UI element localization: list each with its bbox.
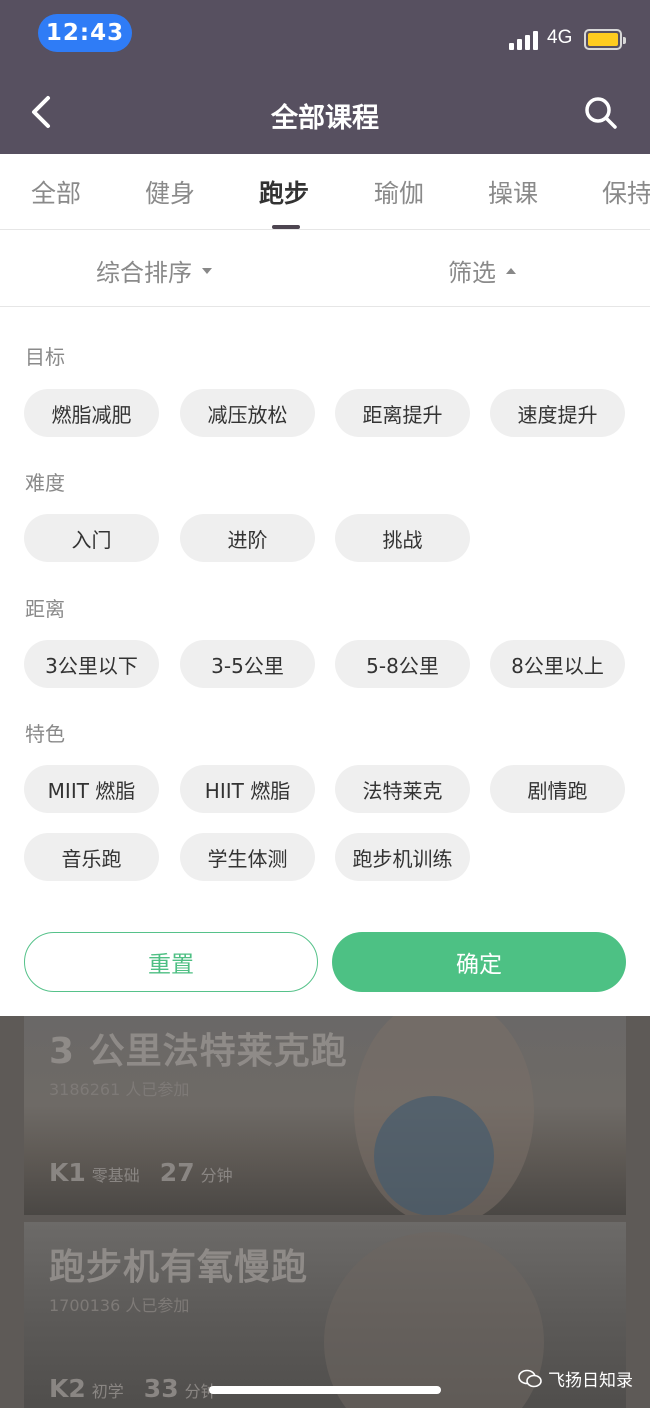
filter-chip[interactable]: 音乐跑 [24,833,159,881]
filter-chip[interactable]: 5-8公里 [335,640,470,688]
course-title: 跑步机有氧慢跑 [49,1247,309,1288]
wechat-icon [518,1369,542,1387]
network-type: 4G [547,27,573,48]
signal-icon [509,30,541,50]
course-participants: 3186261 人已参加 [49,1080,190,1099]
course-meta: K1 零基础 27 分钟 [49,1158,233,1187]
filter-chip[interactable]: 学生体测 [180,833,315,881]
caret-up-icon [506,267,516,274]
filter-chip[interactable]: 入门 [24,514,159,562]
filter-chip[interactable]: 3-5公里 [180,640,315,688]
filter-chip[interactable]: 速度提升 [490,389,625,437]
filter-panel: 目标 燃脂减肥 减压放松 距离提升 速度提升 难度 入门 进阶 挑战 距离 3公… [0,308,650,1016]
course-meta: K2 初学 33 分钟 [49,1374,217,1403]
filter-section-label-difficulty: 难度 [25,471,65,495]
filter-chip[interactable]: HIIT 燃脂 [180,765,315,813]
filter-toggle[interactable]: 筛选 [448,253,516,288]
watermark-text: 飞扬日知录 [548,1371,633,1391]
course-level: K2 [49,1374,86,1403]
search-button[interactable] [580,92,622,134]
reset-button[interactable]: 重置 [24,932,318,992]
course-participants: 1700136 人已参加 [49,1296,190,1315]
course-duration: 33 [143,1374,179,1403]
course-card[interactable]: 3 公里法特莱克跑 3186261 人已参加 K1 零基础 27 分钟 [24,1016,626,1215]
filter-label: 筛选 [448,259,496,287]
filter-chip[interactable]: 法特莱克 [335,765,470,813]
course-photo [324,1232,544,1408]
tab-running[interactable]: 跑步 [259,174,309,210]
course-duration: 27 [159,1158,195,1187]
filter-chip[interactable]: 距离提升 [335,389,470,437]
filter-chip[interactable]: 挑战 [335,514,470,562]
sort-label: 综合排序 [96,259,192,287]
watermark: 飞扬日知录 [518,1366,633,1391]
page-title: 全部课程 [271,103,379,134]
sort-dropdown[interactable]: 综合排序 [96,253,212,288]
filter-chip[interactable]: 跑步机训练 [335,833,470,881]
search-icon [585,97,617,129]
filter-section-label-goal: 目标 [25,345,65,369]
active-tab-indicator [272,225,300,229]
filter-section-label-feature: 特色 [25,722,65,746]
course-duration-unit: 分钟 [200,1166,233,1185]
course-level-desc: 零基础 [91,1166,140,1185]
status-bar: 12:43 4G [0,0,650,72]
course-list: 3 公里法特莱克跑 3186261 人已参加 K1 零基础 27 分钟 跑步机有… [0,1016,650,1408]
confirm-button[interactable]: 确定 [332,932,626,992]
tab-aerobics[interactable]: 操课 [488,174,538,210]
course-level-desc: 初学 [91,1382,124,1401]
nav-bar: 全部课程 [0,72,650,154]
filter-section-label-distance: 距离 [25,597,65,621]
filter-chip[interactable]: 8公里以上 [490,640,625,688]
sort-filter-bar: 综合排序 筛选 [0,231,650,307]
filter-chip[interactable]: 燃脂减肥 [24,389,159,437]
tab-yoga[interactable]: 瑜伽 [374,174,424,210]
course-title: 3 公里法特莱克跑 [49,1031,348,1072]
filter-chip[interactable]: 进阶 [180,514,315,562]
course-level: K1 [49,1158,86,1187]
course-photo-detail [374,1096,494,1215]
home-indicator[interactable] [209,1386,441,1394]
battery-icon [584,29,626,50]
category-tabs: 全部 健身 跑步 瑜伽 操课 保持 [0,154,650,230]
filter-chip[interactable]: 3公里以下 [24,640,159,688]
tab-fitness[interactable]: 健身 [145,174,195,210]
tab-all[interactable]: 全部 [31,174,81,210]
status-time: 12:43 [38,14,132,52]
filter-chip[interactable]: 减压放松 [180,389,315,437]
caret-down-icon [202,267,212,274]
tab-keep[interactable]: 保持 [602,174,650,210]
filter-chip[interactable]: MIIT 燃脂 [24,765,159,813]
filter-chip[interactable]: 剧情跑 [490,765,625,813]
